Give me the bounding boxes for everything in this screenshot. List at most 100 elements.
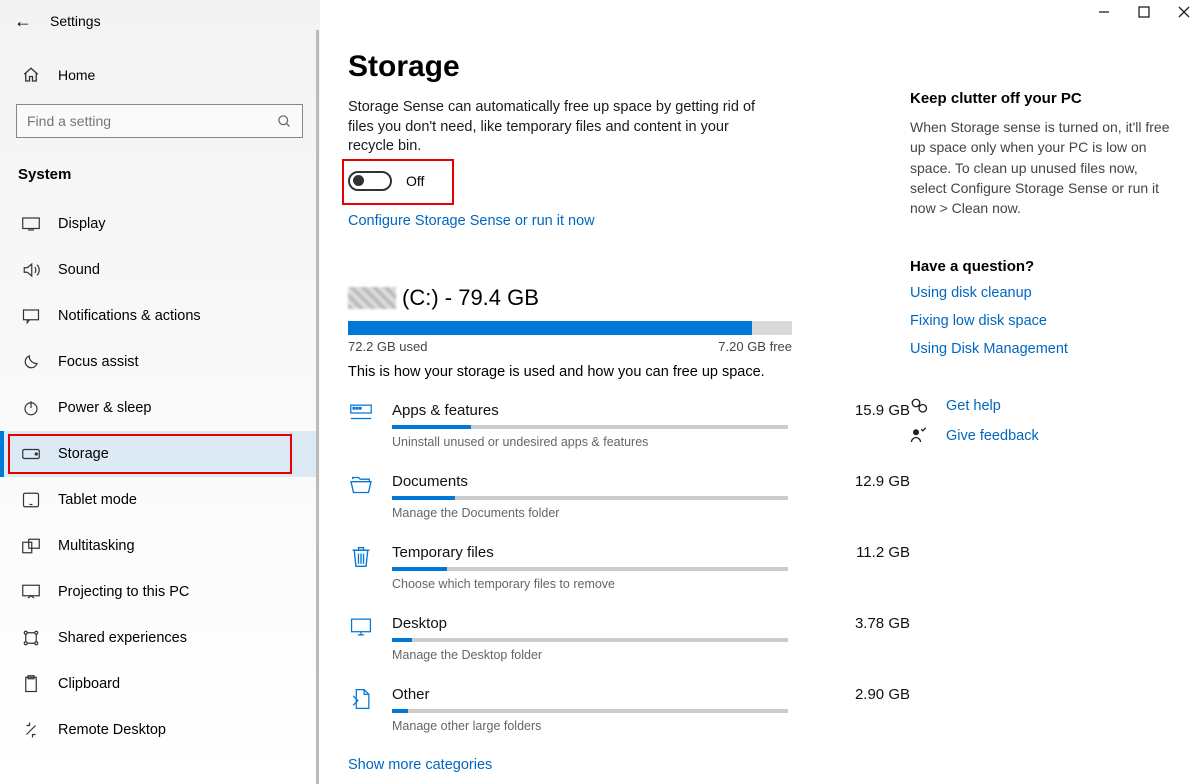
category-icon (348, 615, 374, 662)
multitask-icon (22, 538, 40, 554)
projecting-icon (22, 584, 40, 600)
sidebar-item-label: Focus assist (58, 354, 139, 370)
maximize-button[interactable] (1138, 6, 1150, 18)
show-more-categories-link[interactable]: Show more categories (348, 757, 910, 773)
category-name: Documents (392, 473, 468, 490)
drive-heading: (C:) - 79.4 GB (348, 285, 910, 311)
app-title: Settings (50, 13, 101, 29)
sidebar-item-label: Power & sleep (58, 400, 152, 416)
sidebar-item-label: Shared experiences (58, 630, 187, 646)
tablet-icon (22, 492, 40, 508)
sidebar-item-tablet[interactable]: Tablet mode (0, 477, 319, 523)
search-input[interactable] (27, 113, 277, 129)
storage-category-temporary-files[interactable]: Temporary files 11.2 GB Choose which tem… (348, 544, 910, 591)
sidebar-item-label: Sound (58, 262, 100, 278)
help-link-fixing-low-disk-space[interactable]: Fixing low disk space (910, 313, 1170, 329)
sidebar-item-label: Multitasking (58, 538, 135, 554)
storage-category-desktop[interactable]: Desktop 3.78 GB Manage the Desktop folde… (348, 615, 910, 662)
sidebar-item-clipboard[interactable]: Clipboard (0, 661, 319, 707)
category-bar (392, 496, 788, 500)
drive-note: This is how your storage is used and how… (348, 364, 910, 380)
category-name: Desktop (392, 615, 447, 632)
get-help-row[interactable]: Get help (910, 397, 1170, 415)
category-bar (392, 709, 788, 713)
focus-icon (22, 353, 40, 371)
display-icon (22, 217, 40, 231)
remote-icon (22, 721, 40, 739)
category-name: Temporary files (392, 544, 494, 561)
get-help-link[interactable]: Get help (946, 398, 1001, 414)
window-controls (1098, 6, 1190, 18)
sound-icon (22, 262, 40, 278)
back-arrow-icon[interactable]: ← (14, 12, 32, 30)
sidebar-item-focus[interactable]: Focus assist (0, 339, 319, 385)
feedback-icon (910, 427, 930, 445)
storage-category-apps-features[interactable]: Apps & features 15.9 GB Uninstall unused… (348, 402, 910, 449)
sidebar-item-notifications[interactable]: Notifications & actions (0, 293, 319, 339)
sidebar-item-display[interactable]: Display (0, 201, 319, 247)
category-subtitle: Manage the Desktop folder (392, 648, 910, 662)
sidebar-item-projecting[interactable]: Projecting to this PC (0, 569, 319, 615)
category-icon (348, 402, 374, 449)
storage-category-other[interactable]: Other 2.90 GB Manage other large folders (348, 686, 910, 733)
nav-home[interactable]: Home (0, 56, 319, 94)
category-bar (392, 638, 788, 642)
help-link-using-disk-management[interactable]: Using Disk Management (910, 341, 1170, 357)
category-size: 12.9 GB (855, 473, 910, 490)
drive-label-suffix: (C:) - 79.4 GB (402, 285, 539, 311)
clipboard-icon (22, 675, 40, 693)
drive-used-label: 72.2 GB used (348, 339, 428, 354)
give-feedback-row[interactable]: Give feedback (910, 427, 1170, 445)
home-icon (22, 66, 40, 84)
give-feedback-link[interactable]: Give feedback (946, 428, 1039, 444)
search-icon (277, 114, 292, 129)
sidebar-item-label: Tablet mode (58, 492, 137, 508)
help-icon (910, 397, 930, 415)
search-box[interactable] (16, 104, 303, 138)
drive-free-label: 7.20 GB free (718, 339, 792, 354)
help-link-using-disk-cleanup[interactable]: Using disk cleanup (910, 285, 1170, 301)
sidebar-item-label: Clipboard (58, 676, 120, 692)
category-bar (392, 425, 788, 429)
section-header-system: System (0, 142, 319, 193)
sidebar-item-remote[interactable]: Remote Desktop (0, 707, 319, 753)
right-heading-question: Have a question? (910, 258, 1170, 275)
category-subtitle: Uninstall unused or undesired apps & fea… (392, 435, 910, 449)
category-size: 3.78 GB (855, 615, 910, 632)
close-button[interactable] (1178, 6, 1190, 18)
main-content: Storage Storage Sense can automatically … (348, 50, 910, 784)
sidebar-item-sound[interactable]: Sound (0, 247, 319, 293)
sidebar-item-label: Projecting to this PC (58, 584, 189, 600)
category-icon (348, 544, 374, 591)
sidebar-scrollbar[interactable] (316, 30, 319, 784)
sidebar-item-power[interactable]: Power & sleep (0, 385, 319, 431)
sidebar-item-multitask[interactable]: Multitasking (0, 523, 319, 569)
category-bar (392, 567, 788, 571)
settings-sidebar: ← Settings Home System Display Sound Not… (0, 0, 320, 784)
configure-storage-sense-link[interactable]: Configure Storage Sense or run it now (348, 213, 910, 229)
storage-sense-description: Storage Sense can automatically free up … (348, 98, 778, 157)
notifications-icon (22, 308, 40, 324)
category-size: 11.2 GB (856, 544, 910, 561)
sidebar-item-label: Remote Desktop (58, 722, 166, 738)
nav-home-label: Home (58, 67, 95, 83)
category-icon (348, 473, 374, 520)
right-column: Keep clutter off your PC When Storage se… (910, 50, 1180, 784)
category-subtitle: Manage other large folders (392, 719, 910, 733)
category-subtitle: Choose which temporary files to remove (392, 577, 910, 591)
page-title: Storage (348, 50, 910, 84)
category-icon (348, 686, 374, 733)
highlight-box-storage (8, 434, 292, 474)
shared-icon (22, 629, 40, 647)
drive-name-blurred (348, 287, 396, 309)
category-size: 2.90 GB (855, 686, 910, 703)
power-icon (22, 399, 40, 417)
minimize-button[interactable] (1098, 6, 1110, 18)
category-size: 15.9 GB (855, 402, 910, 419)
sidebar-item-label: Display (58, 216, 106, 232)
category-subtitle: Manage the Documents folder (392, 506, 910, 520)
sidebar-item-shared[interactable]: Shared experiences (0, 615, 319, 661)
drive-usage-bar (348, 321, 792, 335)
storage-category-documents[interactable]: Documents 12.9 GB Manage the Documents f… (348, 473, 910, 520)
category-name: Apps & features (392, 402, 499, 419)
